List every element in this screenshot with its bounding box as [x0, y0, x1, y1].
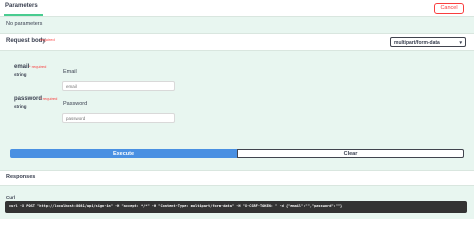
cancel-button[interactable]: Cancel	[434, 3, 464, 14]
parameters-header	[0, 0, 474, 17]
password-field-type: string	[14, 104, 27, 109]
responses-header	[0, 170, 474, 186]
email-field-label: Email	[63, 69, 77, 75]
responses-title: Responses	[6, 174, 36, 180]
chevron-down-icon: ▾	[459, 40, 462, 46]
curl-command: curl -X POST "http://localhost:8081/api/…	[5, 201, 467, 213]
email-input[interactable]	[62, 81, 175, 91]
content-type-select[interactable]: multipart/form-data ▾	[390, 37, 466, 47]
tab-active-indicator	[4, 14, 43, 16]
content-type-value: multipart/form-data	[394, 40, 440, 46]
email-required-marker: * required	[29, 64, 47, 69]
operation-block: Parameters Cancel No parameters Request …	[0, 0, 474, 219]
password-field-name: password	[14, 96, 43, 102]
curl-title: Curl	[6, 195, 15, 200]
email-field-name: email	[14, 64, 30, 70]
password-input[interactable]	[62, 113, 175, 123]
clear-button[interactable]: Clear	[237, 149, 464, 158]
password-field-label: Password	[63, 101, 88, 107]
request-body-required-label: required	[40, 37, 55, 42]
execute-button[interactable]: Execute	[10, 149, 237, 158]
tab-parameters[interactable]: Parameters	[5, 3, 38, 9]
password-required-marker: * required	[40, 96, 58, 101]
email-field-type: string	[14, 72, 27, 77]
no-parameters-text: No parameters	[6, 21, 43, 27]
